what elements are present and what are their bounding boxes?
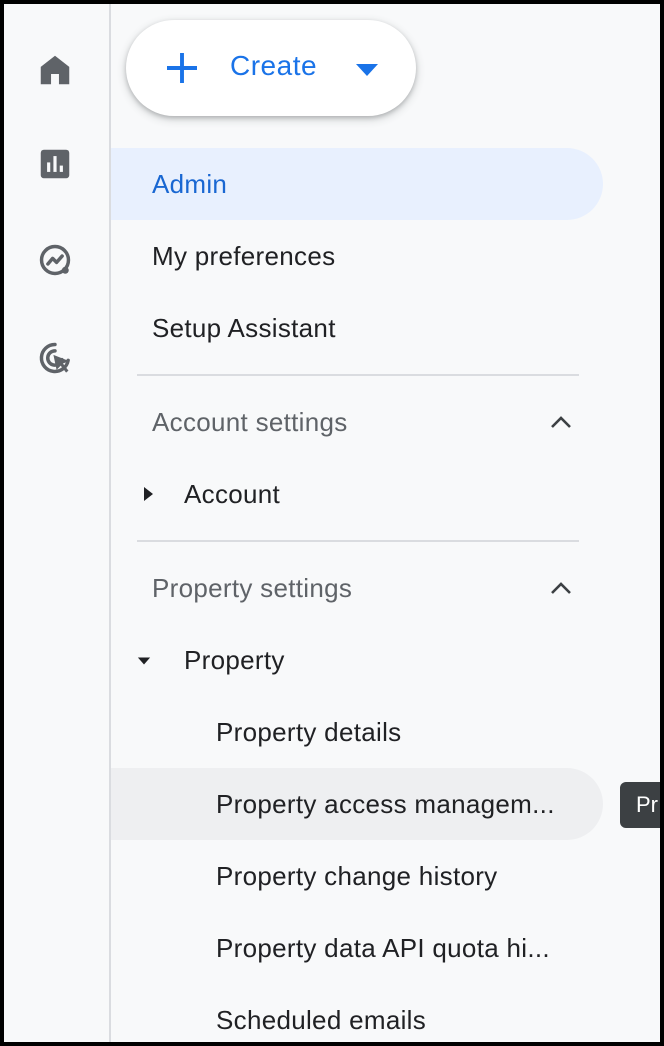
section-title: Property settings — [152, 572, 353, 603]
nav-item-label: My preferences — [152, 240, 336, 271]
tree-item-account[interactable]: Account — [111, 458, 603, 530]
scheduled-emails-link[interactable]: Scheduled emails — [111, 984, 603, 1042]
section-title: Account settings — [152, 406, 348, 437]
property-data-api-quota-history-link[interactable]: Property data API quota hi... — [111, 912, 603, 984]
create-button-label: Create — [230, 50, 318, 81]
divider — [137, 540, 579, 542]
tree-item-label: Property data API quota hi... — [216, 932, 550, 963]
reports-icon[interactable] — [35, 144, 75, 184]
advertising-icon[interactable] — [35, 338, 75, 378]
nav-item-setup-assistant[interactable]: Setup Assistant — [111, 292, 603, 364]
chevron-up-icon[interactable] — [549, 414, 573, 430]
divider — [137, 374, 579, 376]
explore-icon[interactable] — [35, 240, 75, 280]
app-frame: Create Admin My preferences Setup Assist… — [4, 4, 660, 1042]
property-settings-header[interactable]: Property settings — [111, 552, 581, 624]
nav-rail — [4, 4, 111, 1042]
tree-item-property[interactable]: Property — [111, 624, 603, 696]
chevron-up-icon[interactable] — [549, 580, 573, 596]
create-button[interactable]: Create — [126, 20, 416, 116]
tooltip-text: Pr — [636, 792, 658, 817]
tree-item-label: Property access managem... — [216, 788, 555, 819]
nav-item-admin[interactable]: Admin — [111, 148, 603, 220]
nav-item-label: Admin — [152, 168, 228, 199]
caret-down-icon[interactable] — [137, 653, 151, 669]
tree-item-label: Property details — [216, 716, 402, 747]
tree-item-label: Account — [184, 478, 281, 509]
account-settings-header[interactable]: Account settings — [111, 386, 581, 458]
plus-icon — [167, 53, 197, 83]
caret-down-icon[interactable] — [356, 64, 378, 76]
tree-item-label: Property change history — [216, 860, 498, 891]
property-access-management-link[interactable]: Property access managem... — [111, 768, 603, 840]
tree-item-label: Scheduled emails — [216, 1004, 427, 1035]
property-change-history-link[interactable]: Property change history — [111, 840, 603, 912]
nav-item-label: Setup Assistant — [152, 312, 336, 343]
tree-item-label: Property — [184, 644, 285, 675]
tooltip: Pr — [620, 782, 660, 828]
property-details-link[interactable]: Property details — [111, 696, 603, 768]
home-icon[interactable] — [35, 50, 75, 90]
caret-right-icon[interactable] — [141, 486, 155, 502]
nav-item-my-preferences[interactable]: My preferences — [111, 220, 603, 292]
